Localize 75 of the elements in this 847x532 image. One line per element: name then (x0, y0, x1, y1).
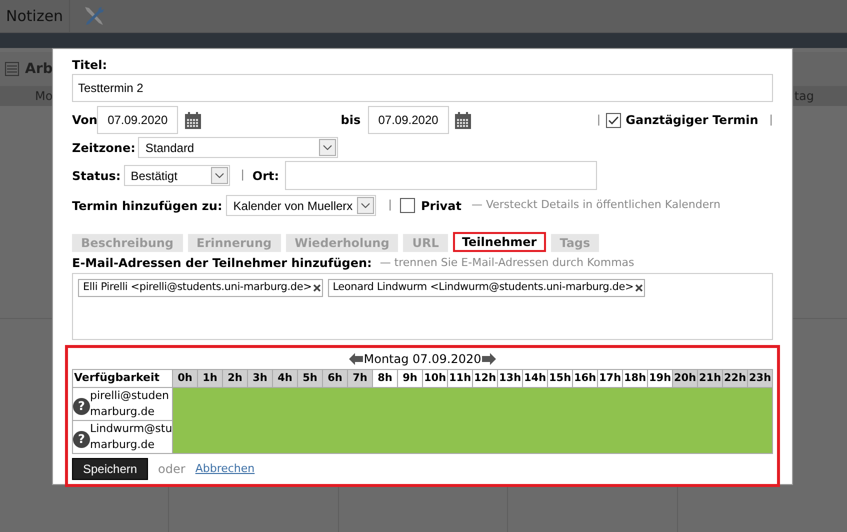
participant-email: Lindwurm@stu marburg.de (90, 421, 172, 453)
field-label: E-Mail-Adressen der Teilnehmer hinzufügen: (72, 255, 372, 272)
field-label: Titel: (72, 58, 108, 73)
field-label: Status: (72, 168, 121, 184)
caret-icon (214, 173, 224, 178)
separator: | (596, 112, 601, 128)
arrow-right-icon[interactable] (482, 353, 496, 365)
hour-header: 15h (548, 370, 572, 388)
date-field[interactable]: 07.09.2020 (97, 106, 178, 134)
participant-email: pirelli@studen marburg.de (90, 388, 169, 420)
hour-header: 11h (448, 370, 472, 388)
attendee-tag: Leonard Lindwurm <Lindwurm@students.uni-marburg.de> (328, 279, 645, 297)
hour-header: 3h (248, 370, 272, 388)
arrow-left-icon[interactable] (348, 353, 363, 365)
hour-header: 20h (672, 370, 698, 388)
dropdown[interactable]: Standard (138, 137, 338, 158)
column-header: Mo (35, 88, 53, 105)
hour-header: 21h (698, 370, 722, 388)
hour-header: 6h (322, 370, 348, 388)
hint-text: — trennen Sie E-Mail-Adressen durch Kommas (380, 254, 634, 271)
hint-text: — Versteckt Details in öffentlichen Kalendern (471, 197, 720, 214)
or-text: oder (158, 461, 186, 478)
calendar-icon[interactable] (184, 112, 201, 128)
date-field[interactable]: 07.09.2020 (368, 106, 449, 134)
hour-header: 16h (572, 370, 598, 388)
field-label: Zeitzone: (72, 140, 136, 156)
checkbox[interactable] (400, 198, 415, 213)
hour-header: 2h (222, 370, 248, 388)
dropdown[interactable]: Kalender von Muellerx (226, 195, 376, 216)
field-label: Termin hinzufügen zu: (72, 198, 222, 214)
hour-header: 0h (172, 370, 198, 388)
help-icon: ? (73, 398, 90, 414)
hour-header: 19h (648, 370, 672, 388)
hour-header: 8h (372, 370, 398, 388)
hour-header: 17h (598, 370, 622, 388)
hour-header: 1h (198, 370, 222, 388)
hour-header: 10h (422, 370, 448, 388)
table-header: Verfügbarkeit (72, 370, 172, 388)
caret-icon (323, 145, 332, 150)
hour-header: 4h (272, 370, 298, 388)
hour-header: 13h (498, 370, 522, 388)
location-field[interactable] (285, 161, 598, 190)
checkbox[interactable] (606, 112, 621, 128)
calendar-icon[interactable] (454, 112, 471, 128)
cancel-link[interactable]: Abbrechen (195, 460, 255, 478)
close-icon[interactable] (634, 284, 643, 292)
tab[interactable]: Teilnehmer (452, 232, 546, 252)
field-label: Von (72, 112, 98, 129)
hour-header: 22h (722, 370, 748, 388)
separator: | (240, 168, 244, 182)
close-icon[interactable] (312, 284, 321, 292)
help-icon: ? (73, 430, 90, 448)
attendees-field[interactable]: Elli Pirelli <pirelli@students.uni-marburg.de> Leonard Lindwurm <Lindwurm@students.uni-marburg.de> (72, 273, 773, 340)
title-field[interactable]: Testtermin 2 (72, 74, 773, 102)
hour-header: 14h (522, 370, 548, 388)
hour-header: 9h (398, 370, 422, 388)
separator: | (388, 198, 392, 212)
hour-header: 7h (348, 370, 372, 388)
caret-icon (361, 203, 370, 208)
attendee-tag: Elli Pirelli <pirelli@students.uni-marburg.de> (78, 279, 323, 297)
hour-header: 5h (298, 370, 322, 388)
hour-header: 18h (622, 370, 648, 388)
field-label: Ort: (252, 168, 280, 184)
checkbox-label: Ganztägiger Termin (626, 112, 758, 129)
list-icon (5, 62, 19, 76)
dropdown[interactable]: Bestätigt (124, 165, 230, 186)
field-label: bis (340, 112, 361, 129)
date-label: Montag 07.09.2020 (364, 351, 482, 368)
column-header: tag (794, 88, 814, 105)
separator: | (769, 112, 773, 126)
hour-header: 12h (472, 370, 498, 388)
hour-header: 23h (748, 370, 772, 388)
panel-title: Arb (25, 60, 53, 78)
save-button[interactable]: Speichern (72, 458, 148, 480)
checkbox-label: Privat (420, 198, 462, 214)
